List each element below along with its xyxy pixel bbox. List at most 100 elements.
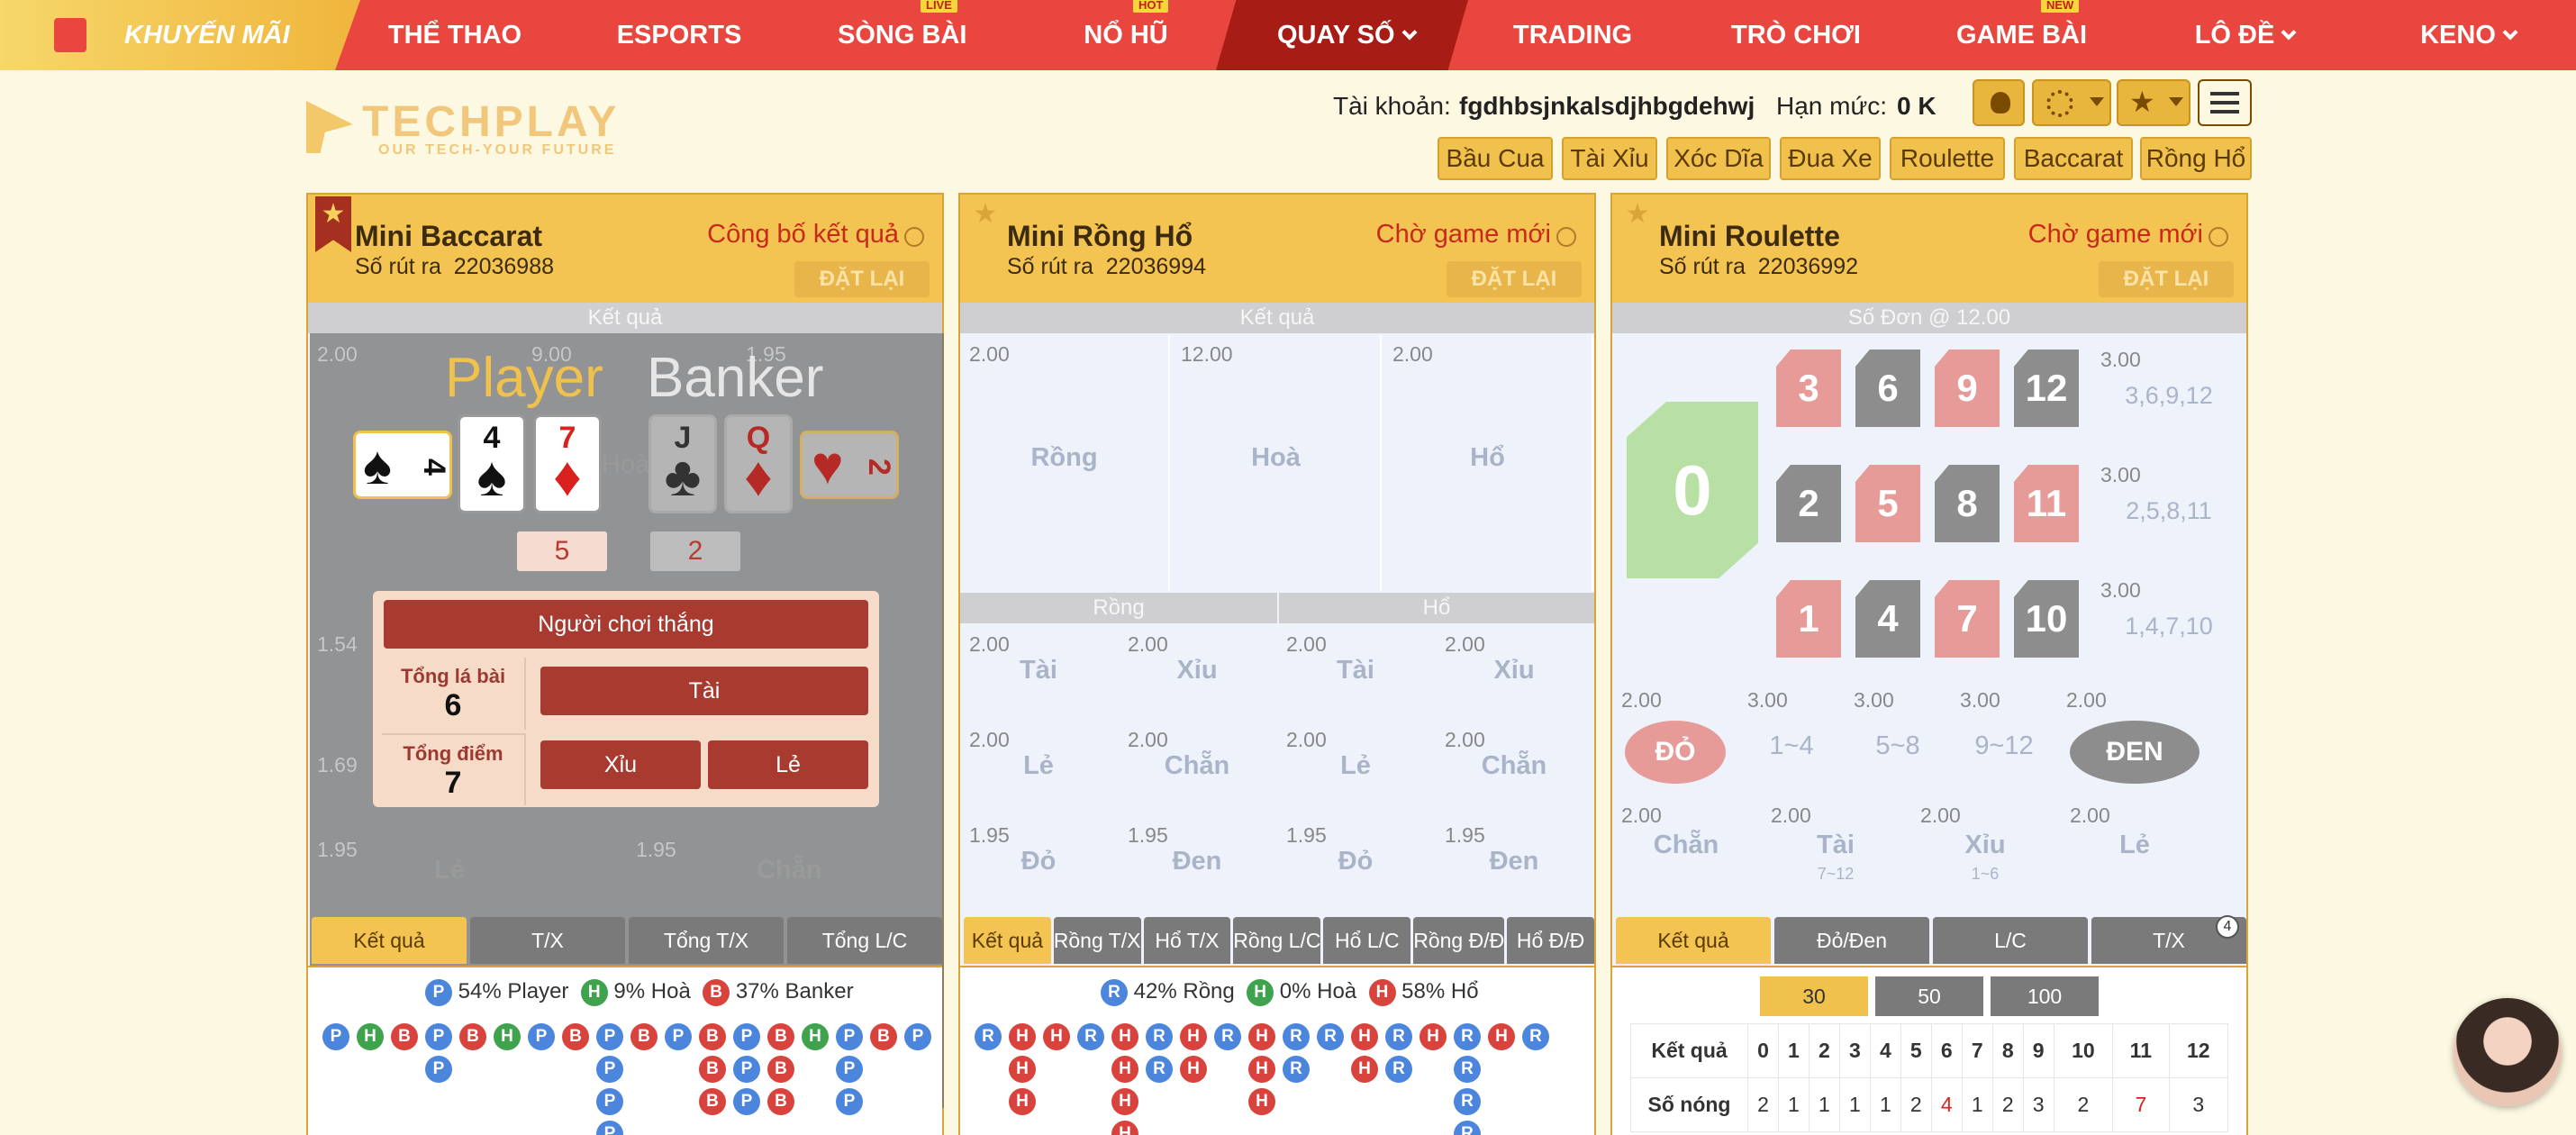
range-bet-cell[interactable]: 3.00 1~4 bbox=[1738, 681, 1845, 789]
bet-label: 1,4,7,10 bbox=[2125, 613, 2213, 640]
reset-button[interactable]: ĐẶT LẠI bbox=[1447, 261, 1582, 297]
nav-esports[interactable]: ESPORTS bbox=[616, 0, 742, 70]
tab-tong-tx[interactable]: Tổng T/X bbox=[629, 917, 784, 964]
game-baccarat[interactable]: Baccarat bbox=[2014, 137, 2133, 180]
sub-bet-cell[interactable]: 2.00 Tài bbox=[1277, 625, 1434, 719]
roulette-number[interactable]: 1 bbox=[1776, 580, 1841, 658]
main-bet-cell[interactable]: 2.00 Rồng bbox=[960, 335, 1170, 591]
roulette-number[interactable]: 2 bbox=[1776, 465, 1841, 542]
nav-promo[interactable]: KHUYẾN MÃI bbox=[124, 0, 290, 70]
roulette-number[interactable]: 5 bbox=[1855, 465, 1920, 542]
line-bet-cell[interactable]: 3.00 2,5,8,11 bbox=[2091, 456, 2246, 568]
chip-button[interactable] bbox=[2032, 79, 2111, 126]
tab-ho-lc[interactable]: Hổ L/C bbox=[1323, 917, 1411, 964]
game-rong-ho[interactable]: Rồng Hổ bbox=[2140, 137, 2252, 180]
roulette-number[interactable]: 10 bbox=[2014, 580, 2079, 658]
tab-lc[interactable]: L/C bbox=[1933, 917, 2088, 964]
lightbulb-button[interactable] bbox=[1973, 79, 2025, 126]
sub-bet-cell[interactable]: 2.00 Xỉu bbox=[1119, 625, 1275, 719]
game-dua-xe[interactable]: Đua Xe bbox=[1780, 137, 1881, 180]
main-bet-cell[interactable]: 2.00 Hổ bbox=[1383, 335, 1593, 591]
sub-head-rong: Rồng bbox=[960, 593, 1277, 623]
line-bet-cell[interactable]: 3.00 1,4,7,10 bbox=[2091, 571, 2246, 683]
site-logo[interactable]: TECHPLAY OUR TECH-YOUR FUTURE bbox=[306, 97, 639, 160]
sub-bet-cell[interactable]: 2.00 Chẵn bbox=[1436, 721, 1592, 814]
count-50[interactable]: 50 bbox=[1875, 976, 1983, 1016]
sub-bet-cell[interactable]: 1.95 Đỏ bbox=[960, 816, 1117, 910]
reset-button[interactable]: ĐẶT LẠI bbox=[2099, 261, 2234, 297]
tab-do-den[interactable]: Đỏ/Đen bbox=[1774, 917, 1929, 964]
line-bet-cell[interactable]: 3.00 3,6,9,12 bbox=[2091, 340, 2246, 452]
support-avatar[interactable] bbox=[2454, 998, 2562, 1106]
range-bet-cell[interactable]: 2.00 ĐỎ bbox=[1612, 681, 1738, 789]
sub-bet-cell[interactable]: 1.95 Đỏ bbox=[1277, 816, 1434, 910]
tab-rong-lc[interactable]: Rồng L/C bbox=[1233, 917, 1321, 964]
result-bar: Kết quả bbox=[960, 303, 1594, 333]
sub-bet-cell[interactable]: 2.00 Xỉu bbox=[1436, 625, 1592, 719]
sub-bet-cell[interactable]: 1.95 Đen bbox=[1436, 816, 1592, 910]
menu-button[interactable] bbox=[2198, 79, 2252, 126]
roulette-number[interactable]: 3 bbox=[1776, 350, 1841, 427]
nav-quay-so[interactable]: QUAY SỐ bbox=[1277, 0, 1418, 70]
bet-label: 9~12 bbox=[1974, 731, 2034, 760]
roulette-number[interactable]: 11 bbox=[2014, 465, 2079, 542]
roulette-number[interactable]: 12 bbox=[2014, 350, 2079, 427]
tab-rong-tx[interactable]: Rồng T/X bbox=[1053, 917, 1141, 964]
sub-bet-cell[interactable]: 2.00 Chẵn bbox=[1119, 721, 1275, 814]
roulette-number[interactable]: 9 bbox=[1935, 350, 2000, 427]
range-bet-cell[interactable]: 3.00 5~8 bbox=[1845, 681, 1951, 789]
bet-label: Xỉu bbox=[1493, 656, 1535, 685]
xiu-button[interactable]: Xỉu bbox=[540, 740, 701, 789]
tab-tong-lc[interactable]: Tổng L/C bbox=[787, 917, 942, 964]
limit-value: 0 K bbox=[1897, 92, 1937, 120]
nav-keno[interactable]: KENO bbox=[2414, 0, 2522, 70]
tab-ket-qua[interactable]: Kết quả bbox=[312, 917, 467, 964]
nav-quay-so-label: QUAY SỐ bbox=[1277, 21, 1395, 50]
game-bau-cua[interactable]: Bầu Cua bbox=[1438, 137, 1553, 180]
nav-trading[interactable]: TRADING bbox=[1513, 0, 1632, 70]
count-30[interactable]: 30 bbox=[1760, 976, 1868, 1016]
parity-bet-cell[interactable]: 2.00 Tài 7~12 bbox=[1762, 796, 1909, 904]
game-roulette[interactable]: Roulette bbox=[1890, 137, 2005, 180]
reset-button[interactable]: ĐẶT LẠI bbox=[794, 261, 930, 297]
zero-number[interactable]: 0 bbox=[1627, 402, 1758, 578]
count-100[interactable]: 100 bbox=[1991, 976, 2099, 1016]
parity-bet-cell[interactable]: 2.00 Xỉu 1~6 bbox=[1911, 796, 2059, 904]
sub-bet-cell[interactable]: 2.00 Lẻ bbox=[960, 721, 1117, 814]
bead: R bbox=[1385, 1023, 1412, 1050]
favorites-button[interactable]: ★ bbox=[2117, 79, 2191, 126]
tab-rong-dd[interactable]: Rồng Đ/Đ bbox=[1413, 917, 1505, 964]
nav-lo-de[interactable]: LÔ ĐỀ bbox=[2191, 0, 2299, 70]
tab-ket-qua[interactable]: Kết quả bbox=[1616, 917, 1771, 964]
nav-the-thao[interactable]: THỂ THAO bbox=[387, 0, 522, 70]
tab-tx[interactable]: T/X bbox=[470, 917, 625, 964]
parity-bet-cell[interactable]: 2.00 Lẻ bbox=[2061, 796, 2209, 904]
tab-ket-qua[interactable]: Kết quả bbox=[964, 917, 1051, 964]
range-bet-cell[interactable]: 3.00 9~12 bbox=[1951, 681, 2057, 789]
bead: R bbox=[1146, 1023, 1173, 1050]
tab-ho-dd[interactable]: Hổ Đ/Đ bbox=[1507, 917, 1594, 964]
bead: P bbox=[733, 1088, 760, 1115]
sub-bet-cell[interactable]: 2.00 Tài bbox=[960, 625, 1117, 719]
sub-bet-cell[interactable]: 2.00 Lẻ bbox=[1277, 721, 1434, 814]
sub-bet-cell[interactable]: 1.95 Đen bbox=[1119, 816, 1275, 910]
tiger-badge: H bbox=[1368, 978, 1396, 1006]
bet-odd: 3.00 bbox=[2100, 578, 2141, 602]
tai-button[interactable]: Tài bbox=[540, 667, 868, 715]
bet-odd: 2.00 bbox=[1128, 632, 1168, 656]
nav-tro-choi[interactable]: TRÒ CHƠI bbox=[1731, 0, 1861, 70]
game-tai-xiu[interactable]: Tài Xỉu bbox=[1562, 137, 1657, 180]
panel-title: Mini Rồng Hổ bbox=[1007, 220, 1193, 252]
main-bet-cell[interactable]: 12.00 Hoà bbox=[1172, 335, 1382, 591]
hot-count: 1 bbox=[1869, 1077, 1901, 1132]
parity-bet-cell[interactable]: 2.00 Chẵn bbox=[1612, 796, 1760, 904]
range-bet-cell[interactable]: 2.00 ĐEN bbox=[2057, 681, 2212, 789]
roulette-number[interactable]: 7 bbox=[1935, 580, 2000, 658]
roulette-number[interactable]: 4 bbox=[1855, 580, 1920, 658]
game-xoc-dia[interactable]: Xóc Dĩa bbox=[1666, 137, 1771, 180]
roulette-number[interactable]: 8 bbox=[1935, 465, 2000, 542]
tab-ho-tx[interactable]: Hổ T/X bbox=[1143, 917, 1231, 964]
table-number: 12 bbox=[2168, 1023, 2229, 1078]
roulette-number[interactable]: 6 bbox=[1855, 350, 1920, 427]
le-button[interactable]: Lẻ bbox=[708, 740, 868, 789]
